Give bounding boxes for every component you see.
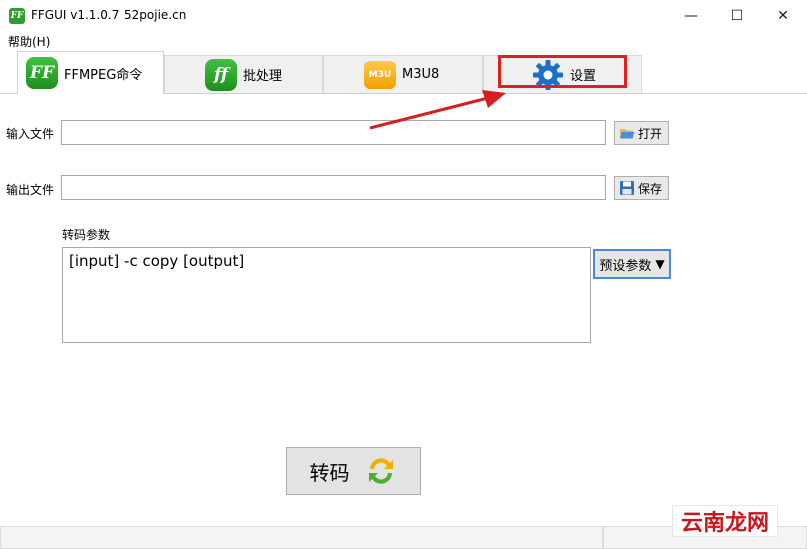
tab-ffmpeg-command[interactable]: FF FFMPEG命令	[17, 51, 164, 94]
save-button-label: 保存	[638, 181, 663, 196]
minimize-button[interactable]: —	[668, 0, 714, 31]
watermark-logo: 云南龙网	[672, 505, 778, 537]
preset-params-label: 预设参数	[599, 258, 652, 274]
window-title: FFGUI v1.1.0.7	[31, 8, 120, 22]
folder-open-icon	[620, 129, 635, 139]
tab-m3u8-label: M3U8	[402, 67, 440, 82]
open-button[interactable]: 打开	[614, 121, 669, 145]
output-file-field[interactable]	[61, 175, 606, 200]
input-file-field[interactable]	[61, 120, 606, 145]
save-disk-icon	[620, 181, 634, 195]
preset-params-button[interactable]: 预设参数 ▼	[593, 249, 671, 279]
dropdown-arrow-icon: ▼	[655, 257, 665, 271]
ffmpeg-command-panel: 输入文件 打开 输出文件 保存 转码参数 [input] -c copy [ou…	[0, 93, 807, 549]
ffmpeg-logo-icon: FF	[26, 57, 58, 89]
menu-bar: 帮助(H)	[0, 31, 807, 51]
tab-batch-label: 批处理	[243, 69, 283, 84]
app-icon: FF	[9, 8, 25, 24]
input-file-label: 输入文件	[6, 127, 55, 141]
batch-logo-icon: ff	[205, 58, 237, 91]
status-bar-left	[0, 526, 603, 549]
convert-button-label: 转码	[309, 460, 350, 485]
params-textarea[interactable]: [input] -c copy [output]	[62, 247, 591, 343]
window-title-site: 52pojie.cn	[124, 8, 187, 22]
menu-help[interactable]: 帮助(H)	[8, 33, 50, 50]
refresh-arrows-icon	[368, 458, 393, 484]
settings-highlight-box	[498, 55, 627, 88]
output-file-label: 输出文件	[6, 183, 55, 197]
tab-ffmpeg-label: FFMPEG命令	[64, 67, 143, 83]
save-button[interactable]: 保存	[614, 176, 669, 200]
tab-m3u8[interactable]: M3U M3U8	[323, 55, 483, 93]
maximize-button[interactable]: ☐	[714, 0, 760, 31]
convert-button[interactable]: 转码	[286, 447, 421, 495]
params-label: 转码参数	[62, 228, 111, 242]
close-button[interactable]: ✕	[760, 0, 806, 31]
tab-batch[interactable]: ff 批处理	[164, 55, 323, 93]
tab-strip: FF FFMPEG命令 ff 批处理 M3U M3U8 设置	[0, 51, 807, 94]
open-button-label: 打开	[638, 126, 663, 141]
m3u-logo-icon: M3U	[364, 60, 396, 89]
title-bar: FF FFGUI v1.1.0.7 52pojie.cn — ☐ ✕	[0, 0, 807, 31]
